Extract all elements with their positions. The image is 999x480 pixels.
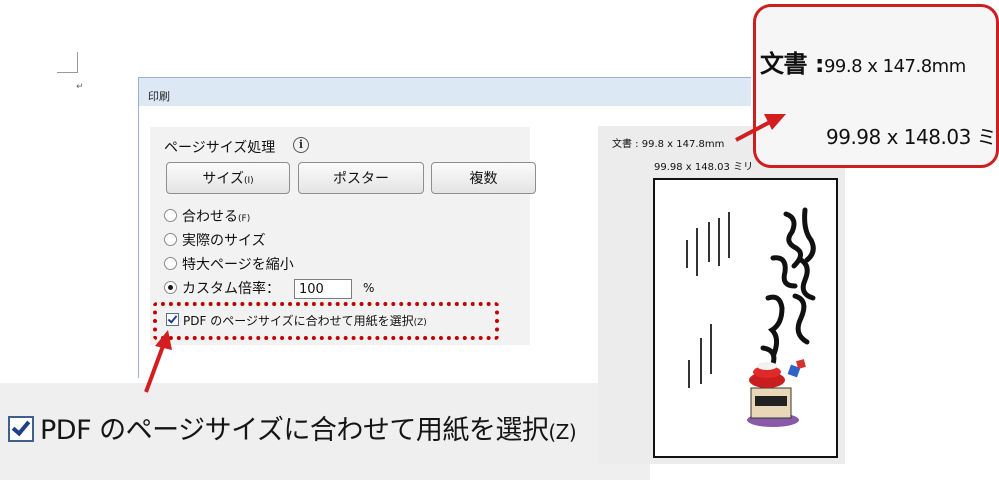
arrow-icon [144, 330, 172, 393]
annotation-arrows [144, 114, 786, 393]
arrow-icon [735, 114, 786, 142]
